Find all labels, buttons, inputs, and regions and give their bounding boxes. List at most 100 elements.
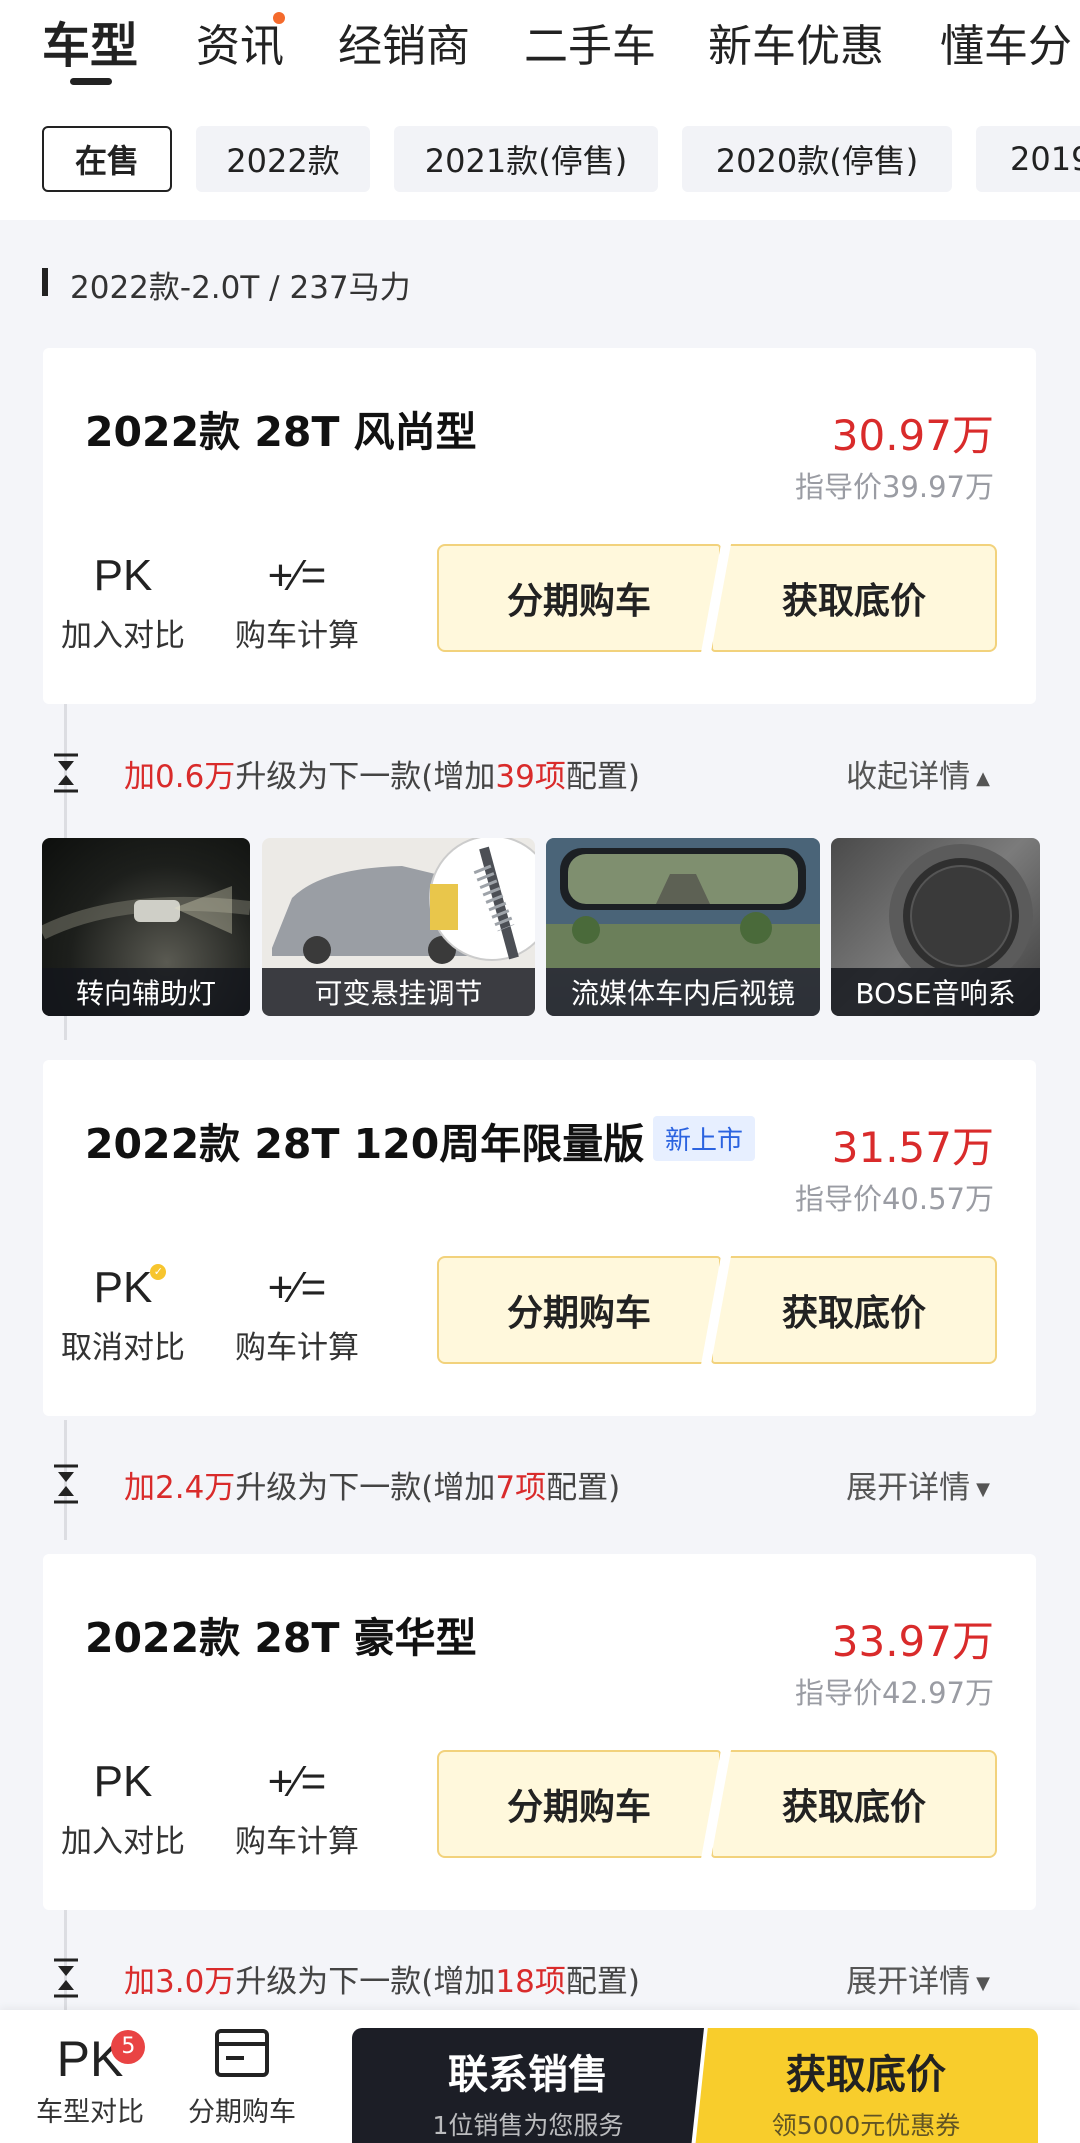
upgrade-row: 加3.0万升级为下一款(增加18项配置) 展开详情 ▼ (0, 1938, 1080, 2018)
gallery-caption: 转向辅助灯 (42, 968, 250, 1016)
caret-down-icon: ▼ (976, 1973, 990, 1994)
toggle-label: 收起详情 (846, 759, 971, 795)
year-pill-2020[interactable]: 2020款(停售) (682, 126, 952, 192)
nav-tab-new-car-deals[interactable]: 新车优惠 (708, 10, 884, 74)
installment-tool-button[interactable]: 分期购车 (172, 2028, 312, 2129)
nav-tab-dealers[interactable]: 经销商 (338, 10, 470, 74)
quote-sub: 领5000元优惠券 (771, 2111, 961, 2140)
trim-title: 2022款 28T 120周年限量版 (85, 1120, 645, 1168)
engine-section-label: 2022款-2.0T / 237马力 (42, 262, 411, 307)
feature-gallery[interactable]: 转向辅助灯 可变悬挂调节 流媒体车内后视镜 BOSE音响系 (0, 838, 1080, 1016)
pk-icon: PK 5 (57, 2028, 146, 2090)
upgrade-count: 7项 (495, 1470, 547, 1506)
model-compare-button[interactable]: PK 5 车型对比 (20, 2028, 160, 2129)
calculator-label: 购车计算 (235, 1824, 359, 1860)
pk-icon-text: PK (93, 1263, 153, 1312)
nav-tab-models[interactable]: 车型 (42, 6, 138, 76)
caret-down-icon: ▼ (976, 1479, 990, 1500)
news-notification-dot (273, 12, 285, 24)
dealer-price: 31.57万 (831, 1123, 994, 1172)
cornering-light-image (42, 886, 250, 940)
caret-up-icon: ▲ (976, 768, 990, 789)
trim-card[interactable]: 2022款 28T 风尚型 30.97万 指导价39.97万 PK 加入对比 +… (43, 348, 1036, 704)
upgrade-suffix: 配置) (565, 1964, 640, 2000)
bottom-action-bar: PK 5 车型对比 分期购车 联系销售 1位销售为您服务 获取底价 领5000元优… (0, 2010, 1080, 2143)
upgrade-text: 加0.6万升级为下一款(增加39项配置) (124, 751, 640, 796)
upgrade-middle: 升级为下一款(增加 (235, 1964, 496, 2000)
collapse-details-toggle[interactable]: 收起详情 ▲ (846, 751, 990, 796)
calculator-icon: +⁄= (267, 1263, 327, 1312)
toggle-label: 展开详情 (846, 1964, 971, 2000)
pk-icon: PK (93, 1757, 153, 1806)
upgrade-row: 加2.4万升级为下一款(增加7项配置) 展开详情 ▼ (0, 1444, 1080, 1524)
year-pill-on-sale[interactable]: 在售 (42, 126, 172, 192)
nav-tab-news[interactable]: 资讯 (196, 10, 284, 74)
expand-details-toggle[interactable]: 展开详情 ▼ (846, 1462, 990, 1507)
pk-checked-icon: PK ✓ (93, 1260, 167, 1316)
calculator-label: 购车计算 (235, 618, 359, 654)
installment-button[interactable]: 分期购车 (437, 1750, 721, 1858)
contact-sales-button[interactable]: 联系销售 1位销售为您服务 (352, 2028, 704, 2143)
year-pill-2019[interactable]: 2019 (976, 126, 1080, 192)
upgrade-suffix: 配置) (565, 759, 640, 795)
remove-compare-button[interactable]: PK ✓ 取消对比 (53, 1260, 193, 1367)
bose-speaker-image (889, 844, 1033, 988)
check-icon: ✓ (150, 1264, 167, 1280)
nav-tab-used-cars[interactable]: 二手车 (524, 10, 656, 74)
contact-sales-sub: 1位销售为您服务 (432, 2111, 624, 2140)
upgrade-count: 18项 (495, 1964, 566, 2000)
dealer-price: 30.97万 (831, 411, 994, 460)
trim-title: 2022款 28T 豪华型 (85, 1614, 477, 1662)
contact-sales-label: 联系销售 (448, 2052, 608, 2098)
car-calculator-button[interactable]: +⁄= 购车计算 (227, 1754, 367, 1861)
installment-button[interactable]: 分期购车 (437, 544, 721, 652)
toggle-label: 展开详情 (846, 1470, 971, 1506)
add-compare-button[interactable]: PK 加入对比 (53, 1754, 193, 1861)
expand-details-toggle[interactable]: 展开详情 ▼ (846, 1956, 990, 2001)
upgrade-hourglass-icon (54, 753, 78, 793)
gallery-item[interactable]: 流媒体车内后视镜 (546, 838, 820, 1016)
card-icon (215, 2029, 269, 2077)
get-lowest-price-button[interactable]: 获取底价 (711, 1256, 997, 1364)
compare-label: 加入对比 (61, 618, 185, 654)
gallery-item[interactable]: 转向辅助灯 (42, 838, 250, 1016)
upgrade-amount: 0.6万 (155, 759, 236, 795)
calculator-icon: +⁄= (267, 551, 327, 600)
upgrade-text: 加2.4万升级为下一款(增加7项配置) (124, 1462, 620, 1507)
calculator-icon: +⁄= (267, 1757, 327, 1806)
trim-card[interactable]: 2022款 28T 豪华型 33.97万 指导价42.97万 PK 加入对比 +… (43, 1554, 1036, 1910)
compare-label: 车型对比 (36, 2097, 144, 2128)
get-lowest-price-button[interactable]: 获取底价 (711, 544, 997, 652)
upgrade-text: 加3.0万升级为下一款(增加18项配置) (124, 1956, 640, 2001)
upgrade-prefix: 加 (124, 1470, 155, 1506)
bottom-get-lowest-price-button[interactable]: 获取底价 领5000元优惠券 (694, 2028, 1038, 2143)
gallery-item[interactable]: 可变悬挂调节 (262, 838, 535, 1016)
gallery-caption: 流媒体车内后视镜 (546, 968, 820, 1016)
nav-tab-score[interactable]: 懂车分 (940, 10, 1072, 74)
guide-price: 指导价39.97万 (794, 470, 994, 504)
trim-card[interactable]: 2022款 28T 120周年限量版 新上市 31.57万 指导价40.57万 … (43, 1060, 1036, 1416)
upgrade-hourglass-icon (54, 1464, 78, 1504)
year-pill-2022[interactable]: 2022款 (196, 126, 370, 192)
trim-title: 2022款 28T 风尚型 (85, 408, 477, 456)
car-calculator-button[interactable]: +⁄= 购车计算 (227, 548, 367, 655)
guide-price: 指导价42.97万 (794, 1676, 994, 1710)
compare-label: 取消对比 (61, 1330, 185, 1366)
car-calculator-button[interactable]: +⁄= 购车计算 (227, 1260, 367, 1367)
upgrade-row: 加0.6万升级为下一款(增加39项配置) 收起详情 ▲ (0, 733, 1080, 813)
installment-icon (214, 2028, 270, 2090)
new-release-badge: 新上市 (653, 1116, 756, 1161)
streaming-mirror-image (546, 838, 820, 968)
add-compare-button[interactable]: PK 加入对比 (53, 548, 193, 655)
upgrade-hourglass-icon (54, 1958, 78, 1998)
guide-price: 指导价40.57万 (794, 1182, 994, 1216)
gallery-item[interactable]: BOSE音响系 (831, 838, 1040, 1016)
installment-label: 分期购车 (188, 2097, 296, 2128)
pk-icon: PK (93, 551, 153, 600)
adaptive-suspension-image (272, 838, 535, 964)
installment-button[interactable]: 分期购车 (437, 1256, 721, 1364)
upgrade-prefix: 加 (124, 759, 155, 795)
upgrade-amount: 3.0万 (155, 1964, 236, 2000)
get-lowest-price-button[interactable]: 获取底价 (711, 1750, 997, 1858)
year-pill-2021[interactable]: 2021款(停售) (394, 126, 658, 192)
